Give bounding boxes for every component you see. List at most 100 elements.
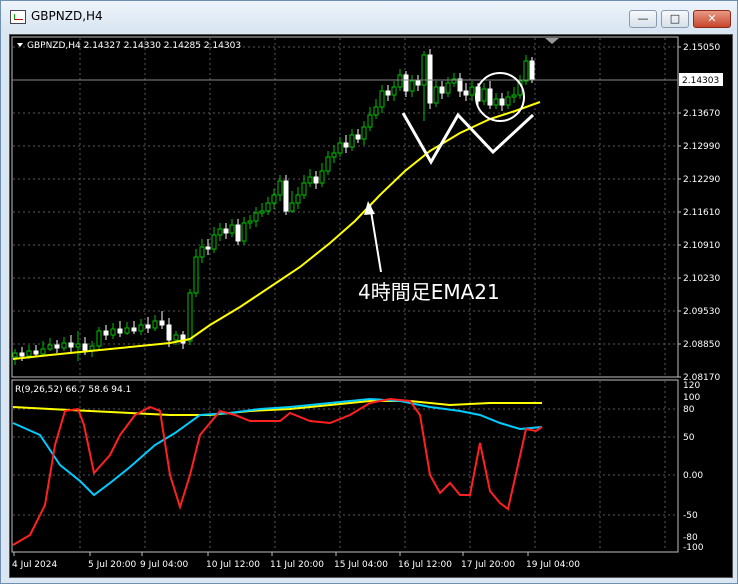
- candle-body: [152, 320, 158, 329]
- candle-body: [61, 342, 67, 349]
- candle-body: [397, 74, 403, 88]
- candle-body: [211, 234, 217, 250]
- chart-canvas[interactable]: 2.14303 GBPNZD,H4 2.14327 2.14330 2.1428…: [10, 35, 732, 577]
- price-axis-label: 2.12290: [683, 175, 720, 185]
- candle-body: [12, 352, 18, 358]
- time-axis-label: 16 Jul 12:00: [398, 560, 452, 570]
- indicator-axis-label: 50: [683, 433, 695, 443]
- candle-body: [505, 96, 511, 106]
- indicator-line-cyan: [12, 397, 543, 497]
- shift-marker-icon[interactable]: [545, 38, 559, 44]
- candle-body: [229, 224, 235, 234]
- candle-body: [355, 134, 361, 140]
- candle-body: [319, 170, 325, 184]
- candle-body: [439, 86, 445, 94]
- price-axis-label: 2.08850: [683, 340, 720, 350]
- candle-body: [265, 202, 271, 212]
- candle-body: [337, 142, 343, 154]
- candle-body: [82, 343, 88, 351]
- candle-body: [26, 350, 32, 357]
- candle-body: [241, 222, 247, 242]
- chart-area[interactable]: 2.14303 GBPNZD,H4 2.14327 2.14330 2.1428…: [9, 34, 733, 578]
- candle-body: [499, 98, 505, 106]
- candlestick-series: [12, 49, 535, 365]
- annotation-arrow: [369, 204, 382, 273]
- candle-body: [325, 156, 331, 172]
- candle-body: [187, 292, 193, 342]
- ema21-line: [12, 101, 541, 360]
- time-axis-label: 5 Jul 20:00: [88, 560, 137, 570]
- candle-body: [117, 328, 123, 334]
- price-axis-label: 2.10230: [683, 274, 720, 284]
- window-title: GBPNZD,H4: [31, 9, 103, 23]
- candle-body: [40, 348, 46, 355]
- indicator-axis-label: -80: [683, 533, 698, 543]
- time-axis-label: 10 Jul 12:00: [206, 560, 260, 570]
- candle-body: [367, 114, 373, 128]
- candle-body: [415, 80, 421, 86]
- price-axis: 2.15050 2.13670 2.12990 2.12290 2.11610 2.109…: [678, 43, 720, 383]
- candle-body: [403, 74, 409, 92]
- candle-body: [124, 327, 130, 334]
- candle-body: [131, 327, 137, 332]
- price-axis-label: 2.15050: [683, 43, 720, 53]
- candle-body: [307, 176, 313, 184]
- candle-body: [385, 90, 391, 96]
- time-axis-label: 9 Jul 04:00: [140, 560, 189, 570]
- header-dropdown-icon[interactable]: [17, 43, 23, 47]
- candle-body: [68, 342, 74, 348]
- indicator-axis-label: 0.00: [683, 471, 703, 481]
- candle-body: [199, 246, 205, 258]
- candle-body: [391, 86, 397, 96]
- current-price-label: 2.14303: [682, 76, 719, 86]
- w-pattern-annotation: [401, 112, 535, 166]
- maximize-button[interactable]: □: [661, 10, 689, 28]
- candle-body: [193, 256, 199, 294]
- price-axis-label: 2.13670: [683, 109, 720, 119]
- candle-body: [493, 98, 499, 106]
- time-axis-label: 15 Jul 04:00: [334, 560, 388, 570]
- chart-window: GBPNZD,H4 — □ ✕ 2.14303 GBPNZD,H4 2.1432: [0, 0, 738, 584]
- candle-body: [247, 220, 253, 224]
- price-axis-label: 2.09530: [683, 307, 720, 317]
- candle-body: [19, 352, 25, 357]
- candle-body: [180, 334, 186, 344]
- indicator-grid: [13, 381, 677, 551]
- close-button[interactable]: ✕: [693, 10, 731, 28]
- candle-body: [166, 324, 172, 341]
- minimize-button[interactable]: —: [629, 10, 657, 28]
- candle-body: [145, 324, 151, 329]
- indicator-axis-label: -50: [683, 511, 698, 521]
- candle-body: [409, 80, 415, 92]
- candle-body: [33, 350, 39, 355]
- candle-body: [457, 78, 463, 92]
- candle-body: [361, 126, 367, 140]
- candle-body: [481, 88, 487, 102]
- ema-annotation-label: 4時間足EMA21: [358, 280, 500, 304]
- indicator-axis-label: 100: [683, 393, 700, 403]
- candle-body: [159, 320, 165, 326]
- indicator-header: R(9,26,52) 66.7 58.6 94.1: [15, 385, 131, 395]
- indicator-axis: 120 100 80 50 0.00 -50 -80-100: [683, 381, 704, 553]
- candle-body: [110, 328, 116, 336]
- candle-body: [349, 134, 355, 148]
- candle-body: [379, 90, 385, 108]
- candle-body: [223, 228, 229, 234]
- time-axis-label: 4 Jul 2024: [12, 560, 57, 570]
- candle-body: [253, 212, 259, 222]
- title-bar[interactable]: GBPNZD,H4 — □ ✕: [1, 1, 737, 31]
- indicator-plot-frame: [11, 379, 679, 553]
- chart-header: GBPNZD,H4 2.14327 2.14330 2.14285 2.1430…: [27, 41, 241, 51]
- candle-body: [433, 86, 439, 104]
- main-plot-frame: [11, 36, 679, 378]
- candle-body: [343, 142, 349, 148]
- candle-body: [523, 60, 529, 82]
- candle-body: [511, 94, 517, 98]
- price-axis-label: 2.10910: [683, 241, 720, 251]
- candle-body: [205, 246, 211, 250]
- candle-body: [89, 345, 95, 351]
- indicator-line-red: [12, 397, 543, 546]
- candle-body: [54, 344, 60, 349]
- time-axis-label: 17 Jul 20:00: [461, 560, 515, 570]
- candle-body: [301, 182, 307, 196]
